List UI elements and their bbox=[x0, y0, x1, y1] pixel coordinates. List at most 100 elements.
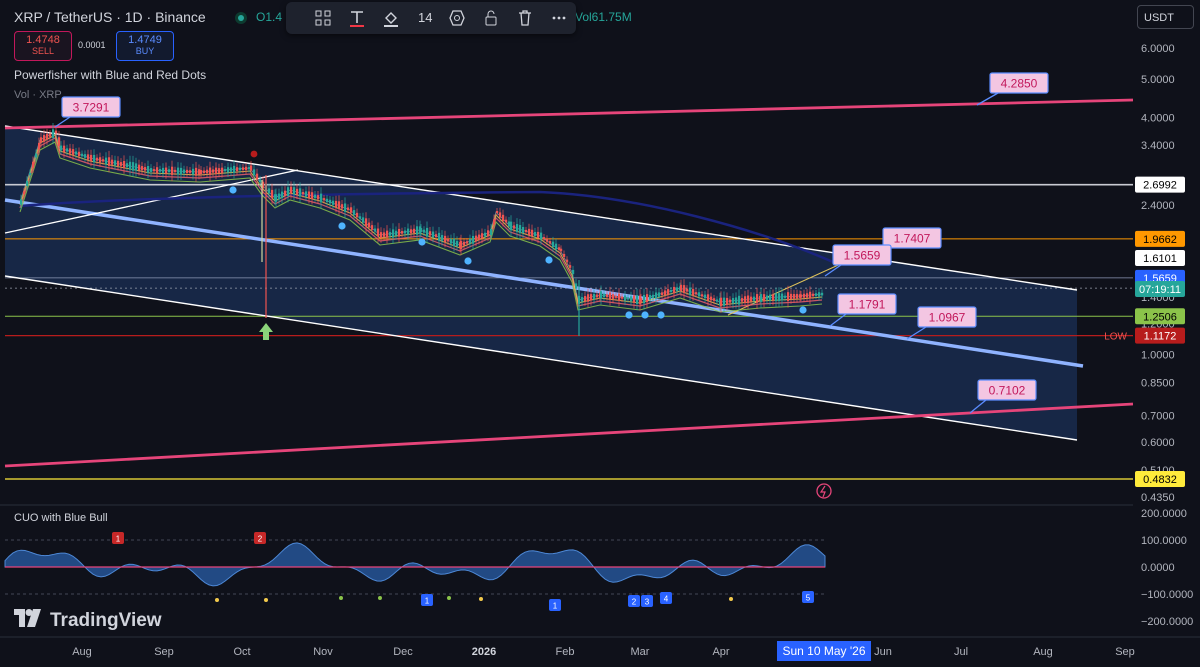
candle-body bbox=[123, 160, 126, 169]
buy-price: 1.4749 bbox=[128, 34, 162, 46]
candle-body bbox=[250, 165, 253, 171]
line-width-value[interactable]: 14 bbox=[418, 10, 432, 25]
candle-body bbox=[534, 231, 537, 237]
candle-body bbox=[102, 159, 105, 162]
candle-body bbox=[212, 169, 215, 173]
candle-body bbox=[815, 293, 818, 296]
candle-body bbox=[189, 170, 192, 173]
candle-body bbox=[543, 237, 546, 240]
candle-body bbox=[790, 293, 793, 300]
drawing-toolbar: 14 bbox=[286, 2, 576, 34]
candle-body bbox=[806, 293, 809, 298]
candle-body bbox=[627, 297, 630, 300]
symbol-title[interactable]: XRP / TetherUS · 1D · Binance bbox=[14, 9, 206, 25]
candle-body bbox=[296, 188, 299, 195]
candle-body bbox=[456, 240, 459, 247]
blue-dot-signal bbox=[799, 306, 807, 314]
candle-body bbox=[362, 217, 365, 223]
sell-button[interactable]: 1.4748 SELL bbox=[14, 31, 72, 61]
candle-body bbox=[450, 238, 453, 244]
candle-body bbox=[293, 187, 296, 195]
candle-body bbox=[90, 154, 93, 162]
candle-body bbox=[624, 295, 627, 301]
candle-body bbox=[658, 292, 661, 297]
candle-body bbox=[221, 167, 224, 173]
lock-icon[interactable] bbox=[480, 7, 502, 29]
candle-body bbox=[584, 296, 587, 302]
candle-body bbox=[744, 296, 747, 303]
candle-body bbox=[522, 227, 525, 233]
x-tick-label: Aug bbox=[72, 646, 92, 658]
y-tick-label: 2.4000 bbox=[1141, 200, 1175, 212]
indicator-powerfisher-label[interactable]: Powerfisher with Blue and Red Dots bbox=[14, 68, 206, 82]
price-badge-label: 1.6101 bbox=[1143, 253, 1177, 265]
candle-body bbox=[55, 130, 58, 134]
candle-body bbox=[183, 169, 186, 174]
crosshair-date-label: Sun 10 May '26 bbox=[777, 641, 871, 661]
candle-body bbox=[248, 167, 251, 170]
candle-body bbox=[350, 207, 353, 213]
candle-body bbox=[383, 232, 386, 237]
candle-body bbox=[278, 193, 281, 200]
candle-body bbox=[209, 167, 212, 176]
signal-badge-label: 3 bbox=[645, 598, 650, 607]
candle-body bbox=[38, 142, 41, 150]
candle-body bbox=[81, 153, 84, 157]
blue-dot-signal bbox=[418, 238, 426, 246]
low-label: LOW bbox=[1104, 332, 1127, 343]
fill-icon[interactable] bbox=[380, 7, 402, 29]
candle-body bbox=[114, 160, 117, 166]
price-badge-label: 07:19:11 bbox=[1139, 284, 1181, 296]
text-tool-icon[interactable] bbox=[346, 7, 368, 29]
candle-body bbox=[649, 294, 652, 300]
candle-body bbox=[549, 241, 552, 244]
candle-body bbox=[593, 293, 596, 300]
candle-body bbox=[259, 179, 262, 183]
candle-body bbox=[365, 218, 368, 227]
candle-body bbox=[120, 162, 123, 166]
candle-body bbox=[281, 191, 284, 199]
candle-body bbox=[505, 219, 508, 223]
candle-body bbox=[84, 154, 87, 158]
candle-body bbox=[87, 154, 90, 160]
chart-window: 12112345 3.7291 4.2850 1.7407 1.5659 1.1791 1… bbox=[0, 0, 1200, 667]
candle-body bbox=[338, 201, 341, 210]
buy-button[interactable]: 1.4749 BUY bbox=[116, 31, 174, 61]
osc-yellow-dot bbox=[264, 598, 268, 602]
candle-body bbox=[673, 286, 676, 294]
candle-body bbox=[329, 199, 332, 204]
osc-tick-label: 100.0000 bbox=[1141, 535, 1187, 547]
candle-body bbox=[416, 226, 419, 235]
trash-icon[interactable] bbox=[514, 7, 536, 29]
candle-body bbox=[168, 169, 171, 173]
candle-body bbox=[305, 191, 308, 197]
time-axis[interactable] bbox=[0, 637, 1200, 667]
indicator-volume-label[interactable]: Vol · XRP bbox=[14, 89, 62, 101]
grid-icon[interactable] bbox=[312, 7, 334, 29]
candle-body bbox=[218, 168, 221, 173]
candle-body bbox=[344, 203, 347, 212]
settings-hex-icon[interactable] bbox=[446, 7, 468, 29]
candle-body bbox=[215, 167, 218, 174]
osc-yellow-dot bbox=[729, 597, 733, 601]
candle-body bbox=[386, 230, 389, 238]
more-icon[interactable] bbox=[548, 7, 570, 29]
candle-body bbox=[275, 194, 278, 202]
candle-body bbox=[326, 198, 329, 203]
candle-body bbox=[555, 243, 558, 250]
candle-body bbox=[606, 294, 609, 298]
price-chart[interactable]: 1 211 2 3 4 5 3.72914.28501.74071.56591.17911… bbox=[0, 0, 1200, 667]
candle-body bbox=[667, 289, 670, 295]
candle-body bbox=[117, 160, 120, 166]
candle-body bbox=[413, 228, 416, 233]
candle-body bbox=[177, 167, 180, 175]
candle-body bbox=[35, 153, 38, 158]
blue-dot-signal bbox=[657, 311, 665, 319]
candle-body bbox=[404, 230, 407, 234]
currency-selector[interactable]: USDT bbox=[1137, 5, 1194, 29]
candle-body bbox=[630, 296, 633, 302]
indicator-cuo-label[interactable]: CUO with Blue Bull bbox=[14, 512, 108, 524]
candle-body bbox=[359, 216, 362, 219]
candle-body bbox=[781, 293, 784, 301]
candle-body bbox=[407, 228, 410, 235]
